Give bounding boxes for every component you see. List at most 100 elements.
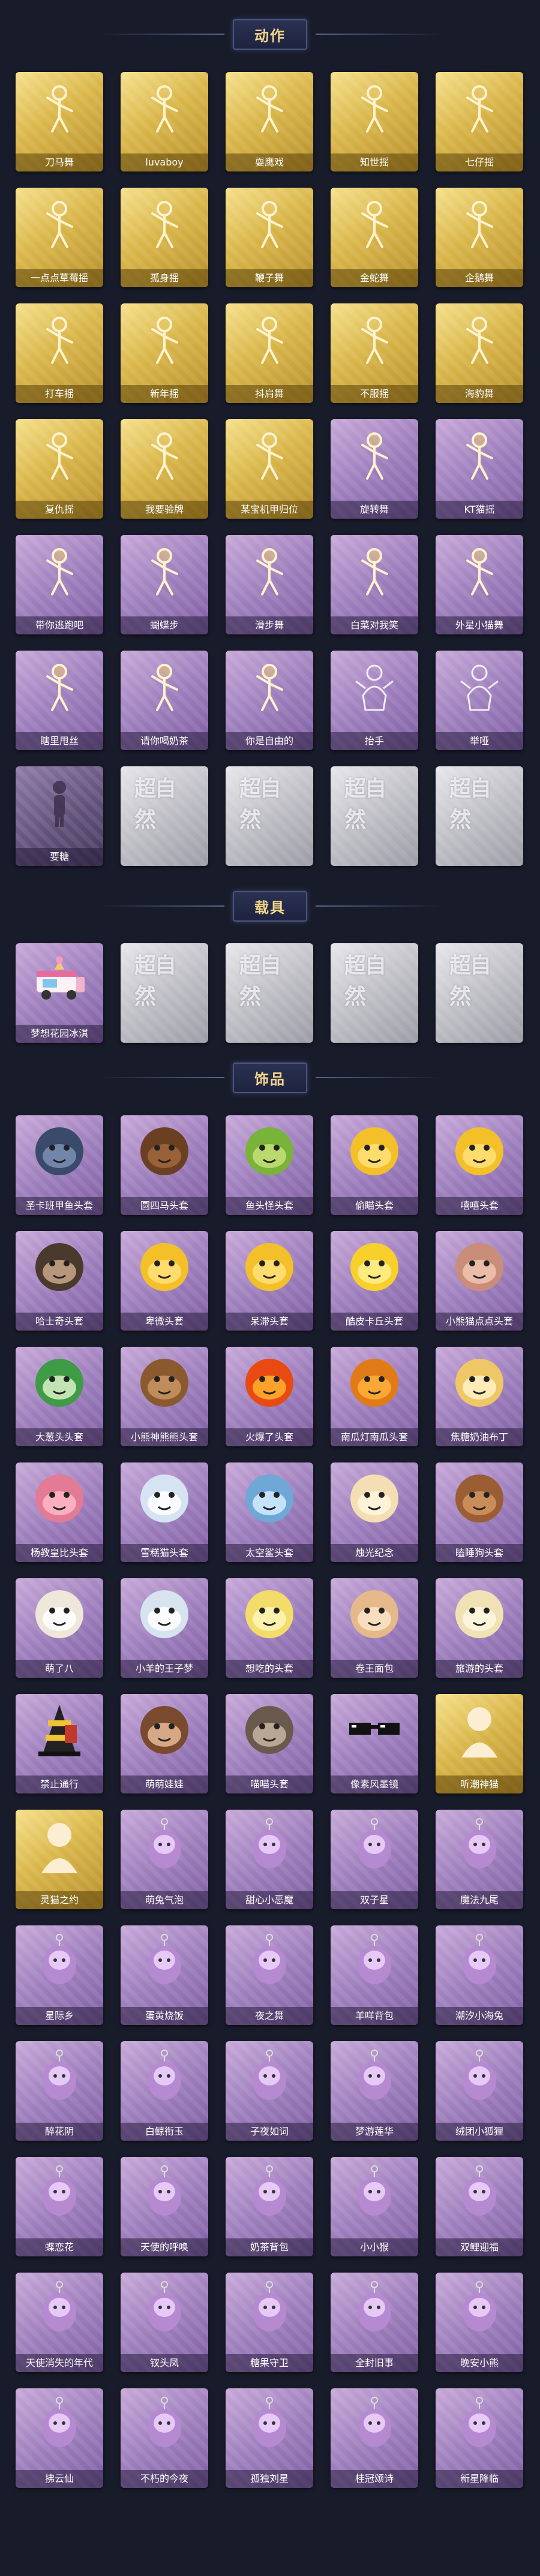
item-card[interactable]: 雪糕猫头套 (121, 1462, 208, 1562)
item-card[interactable]: 天使的呼唤 (121, 2157, 208, 2256)
item-card[interactable]: 火爆了头套 (226, 1347, 313, 1446)
item-card[interactable]: 超自然 (331, 766, 418, 866)
item-card[interactable]: 灵猫之约 (16, 1810, 103, 1909)
item-card[interactable]: 超自然 (121, 943, 208, 1043)
item-card[interactable]: 像素风墨镜 (331, 1694, 418, 1793)
item-card[interactable]: 不服摇 (331, 303, 418, 403)
item-card[interactable]: 魔法九尾 (436, 1810, 523, 1909)
item-card[interactable]: 超自然 (331, 943, 418, 1043)
item-card[interactable]: 嘻嘻头套 (436, 1115, 523, 1215)
item-card[interactable]: 焦糖奶油布丁 (436, 1347, 523, 1446)
item-card[interactable]: 喵喵头套 (226, 1694, 313, 1793)
item-card[interactable]: 醉花阴 (16, 2041, 103, 2141)
item-card[interactable]: luvaboy (121, 72, 208, 171)
item-card[interactable]: 你是自由的 (226, 651, 313, 750)
item-card[interactable]: 新星降临 (436, 2388, 523, 2488)
item-card[interactable]: 想吃的头套 (226, 1578, 313, 1678)
item-card[interactable]: 萌了八 (16, 1578, 103, 1678)
item-card[interactable]: 小熊神熊熊头套 (121, 1347, 208, 1446)
item-card[interactable]: 全封旧事 (331, 2273, 418, 2372)
item-card[interactable]: 抖肩舞 (226, 303, 313, 403)
item-card[interactable]: 奶茶背包 (226, 2157, 313, 2256)
item-card[interactable]: 孤身摇 (121, 188, 208, 287)
item-card[interactable]: 请你喝奶茶 (121, 651, 208, 750)
item-card[interactable]: 某宝机甲归位 (226, 419, 313, 519)
item-card[interactable]: 旅游的头套 (436, 1578, 523, 1678)
item-card[interactable]: 抬手 (331, 651, 418, 750)
item-card[interactable]: 卷王面包 (331, 1578, 418, 1678)
item-card[interactable]: 蝶恋花 (16, 2157, 103, 2256)
item-card[interactable]: KT猫摇 (436, 419, 523, 519)
item-card[interactable]: 白菜对我笑 (331, 535, 418, 634)
item-card[interactable]: 白鲸衔玉 (121, 2041, 208, 2141)
item-card[interactable]: 萌萌娃娃 (121, 1694, 208, 1793)
item-card[interactable]: 瞌睡狗头套 (436, 1462, 523, 1562)
item-card[interactable]: 大葱头头套 (16, 1347, 103, 1446)
item-card[interactable]: 超自然 (436, 943, 523, 1043)
item-card[interactable]: 鱼头怪头套 (226, 1115, 313, 1215)
item-card[interactable]: 糖果守卫 (226, 2273, 313, 2372)
item-card[interactable]: 梦游莲华 (331, 2041, 418, 2141)
item-card[interactable]: 小小猴 (331, 2157, 418, 2256)
item-card[interactable]: 梦想花园冰淇 (16, 943, 103, 1043)
item-card[interactable]: 圣卡班甲鱼头套 (16, 1115, 103, 1215)
item-card[interactable]: 超自然 (121, 766, 208, 866)
item-card[interactable]: 天使消失的年代 (16, 2273, 103, 2372)
item-card[interactable]: 偷瞄头套 (331, 1115, 418, 1215)
item-card[interactable]: 潮汐小海兔 (436, 1925, 523, 2025)
item-card[interactable]: 桂冠颂诗 (331, 2388, 418, 2488)
item-card[interactable]: 一点点草莓摇 (16, 188, 103, 287)
item-card[interactable]: 羊咩背包 (331, 1925, 418, 2025)
item-card[interactable]: 蝴蝶步 (121, 535, 208, 634)
item-card[interactable]: 禁止通行 (16, 1694, 103, 1793)
item-card[interactable]: 新年摇 (121, 303, 208, 403)
item-card[interactable]: 外星小猫舞 (436, 535, 523, 634)
item-card[interactable]: 双鲤迎福 (436, 2157, 523, 2256)
item-card[interactable]: 举哑 (436, 651, 523, 750)
item-card[interactable]: 听潮神猫 (436, 1694, 523, 1793)
item-card[interactable]: 绒团小狐狸 (436, 2041, 523, 2141)
item-card[interactable]: 孤独刘星 (226, 2388, 313, 2488)
item-card[interactable]: 哈士奇头套 (16, 1231, 103, 1331)
item-card[interactable]: 不朽的今夜 (121, 2388, 208, 2488)
item-card[interactable]: 我要验牌 (121, 419, 208, 519)
item-card[interactable]: 萌兔气泡 (121, 1810, 208, 1909)
item-card[interactable]: 太空鲨头套 (226, 1462, 313, 1562)
item-card[interactable]: 旋转舞 (331, 419, 418, 519)
item-card[interactable]: 打车摇 (16, 303, 103, 403)
item-card[interactable]: 拂云仙 (16, 2388, 103, 2488)
item-card[interactable]: 子夜如词 (226, 2041, 313, 2141)
item-card[interactable]: 海豹舞 (436, 303, 523, 403)
item-card[interactable]: 烛光纪念 (331, 1462, 418, 1562)
item-card[interactable]: 钗头凤 (121, 2273, 208, 2372)
item-card[interactable]: 耍鹰戏 (226, 72, 313, 171)
item-card[interactable]: 晚安小熊 (436, 2273, 523, 2372)
item-card[interactable]: 蛋黄烧饭 (121, 1925, 208, 2025)
item-card[interactable]: 小羊的王子梦 (121, 1578, 208, 1678)
item-card[interactable]: 超自然 (226, 943, 313, 1043)
item-card[interactable]: 超自然 (226, 766, 313, 866)
item-card[interactable]: 星际乡 (16, 1925, 103, 2025)
item-card[interactable]: 酷皮卡丘头套 (331, 1231, 418, 1331)
item-card[interactable]: 超自然 (436, 766, 523, 866)
item-card[interactable]: 双子星 (331, 1810, 418, 1909)
item-card[interactable]: 刀马舞 (16, 72, 103, 171)
item-card[interactable]: 杨教皇比头套 (16, 1462, 103, 1562)
item-card[interactable]: 滑步舞 (226, 535, 313, 634)
item-card[interactable]: 瞎里甩丝 (16, 651, 103, 750)
item-card[interactable]: 卑微头套 (121, 1231, 208, 1331)
item-card[interactable]: 南瓜灯南瓜头套 (331, 1347, 418, 1446)
item-card[interactable]: 呆滞头套 (226, 1231, 313, 1331)
item-card[interactable]: 七仔摇 (436, 72, 523, 171)
item-card[interactable]: 圆四马头套 (121, 1115, 208, 1215)
item-card[interactable]: 甜心小恶魔 (226, 1810, 313, 1909)
item-card[interactable]: 金蛇舞 (331, 188, 418, 287)
item-card[interactable]: 夜之舞 (226, 1925, 313, 2025)
item-card[interactable]: 小熊猫点点头套 (436, 1231, 523, 1331)
item-card[interactable]: 企鹅舞 (436, 188, 523, 287)
item-card[interactable]: 复仇摇 (16, 419, 103, 519)
item-card[interactable]: 鞭子舞 (226, 188, 313, 287)
item-card[interactable]: 要糖 (16, 766, 103, 866)
item-card[interactable]: 带你逃跑吧 (16, 535, 103, 634)
item-card[interactable]: 知世摇 (331, 72, 418, 171)
